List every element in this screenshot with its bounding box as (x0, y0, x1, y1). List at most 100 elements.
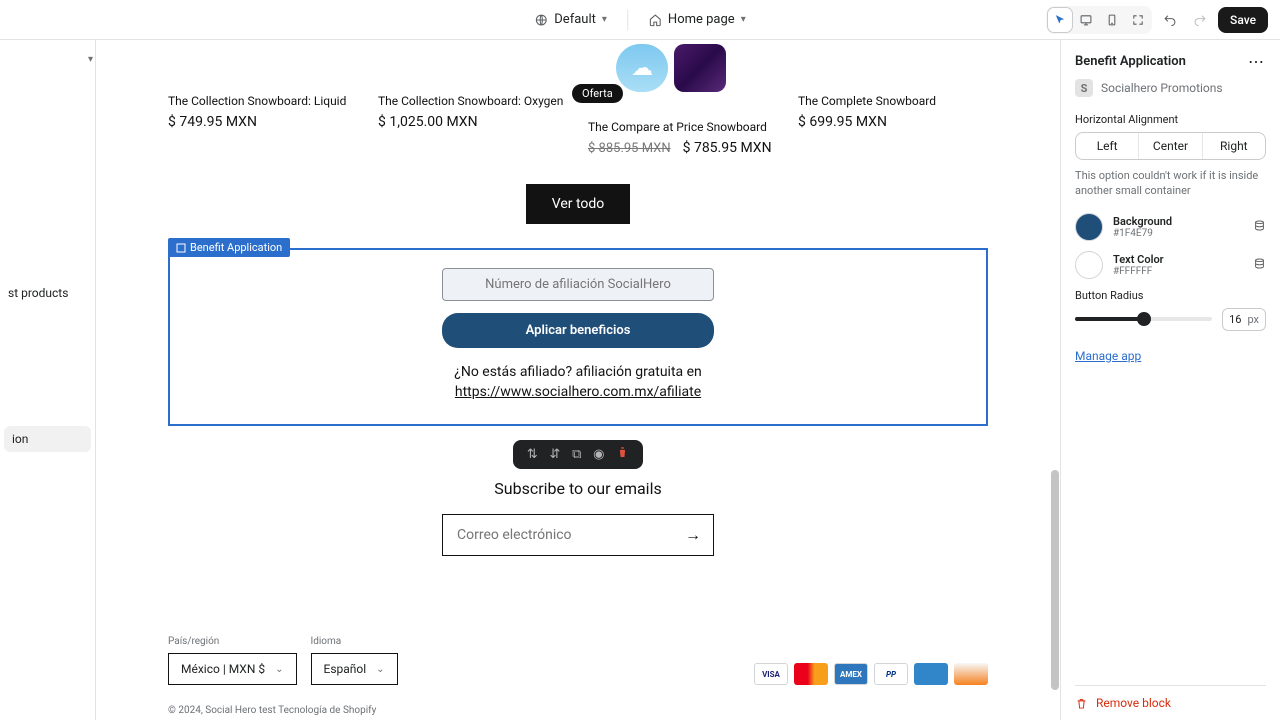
color-label: Text Color (1113, 253, 1164, 266)
hide-icon[interactable]: ◉ (593, 447, 604, 462)
view-all-button[interactable]: Ver todo (526, 184, 631, 224)
undo-button[interactable] (1158, 8, 1182, 32)
remove-block-button[interactable]: Remove block (1075, 685, 1266, 710)
tree-item-selected[interactable]: ion (4, 426, 91, 452)
manage-app-link[interactable]: Manage app (1075, 349, 1141, 363)
alignment-label: Horizontal Alignment (1075, 113, 1266, 126)
alignment-hint: This option couldn't work if it is insid… (1075, 168, 1266, 199)
block-toolbar: ⇅ ⇵ ⧉ ◉ (513, 440, 643, 469)
dynamic-source-icon[interactable] (1253, 257, 1266, 273)
copyright-text: © 2024, Social Hero test Tecnología de S… (168, 705, 988, 716)
newsletter-title: Subscribe to our emails (168, 479, 988, 498)
home-icon (648, 13, 662, 27)
desktop-button[interactable] (1074, 8, 1098, 32)
sale-badge: Oferta (572, 84, 623, 103)
align-center[interactable]: Center (1139, 133, 1202, 159)
color-label: Background (1113, 215, 1172, 228)
chevron-down-icon: ⌄ (275, 664, 283, 675)
mastercard-icon (794, 663, 828, 685)
paypal-icon: PP (874, 663, 908, 685)
page-label: Home page (668, 12, 735, 27)
panel-title: Benefit Application (1075, 54, 1186, 69)
affiliate-input[interactable] (442, 268, 714, 301)
product-card[interactable]: The Collection Snowboard: Liquid $ 749.9… (168, 44, 358, 156)
product-price: $ 699.95 MXN (798, 114, 988, 130)
email-input[interactable] (443, 515, 673, 555)
mobile-button[interactable] (1100, 8, 1124, 32)
compare-price: $ 885.95 MXN (588, 141, 671, 156)
cursor-icon (1053, 13, 1067, 27)
product-price: $ 1,025.00 MXN (378, 114, 568, 130)
color-swatch[interactable] (1075, 251, 1103, 279)
radius-slider[interactable] (1075, 317, 1212, 321)
product-card[interactable]: The Collection Snowboard: Oxygen $ 1,025… (378, 44, 568, 156)
save-button[interactable]: Save (1218, 7, 1268, 33)
device-switcher (1046, 6, 1152, 34)
chevron-down-icon: ▾ (602, 14, 607, 25)
country-label: País/región (168, 636, 297, 647)
affiliate-link[interactable]: https://www.socialhero.com.mx/afiliate (190, 384, 966, 400)
store-footer: País/región México | MXN $⌄ Idioma Españ… (168, 636, 988, 685)
product-thumb-icon: ☁ (616, 44, 668, 92)
product-title: The Collection Snowboard: Oxygen (378, 94, 568, 108)
inspector-button[interactable] (1048, 8, 1072, 32)
product-price: $ 885.95 MXN$ 785.95 MXN (588, 140, 778, 156)
mobile-icon (1105, 13, 1119, 27)
diners-icon (914, 663, 948, 685)
fullscreen-button[interactable] (1126, 8, 1150, 32)
email-signup: → (442, 514, 714, 556)
chevron-down-icon: ⌄ (376, 664, 384, 675)
benefit-application-block[interactable]: Aplicar beneficios ¿No estás afiliado? a… (168, 248, 988, 426)
product-grid: The Collection Snowboard: Liquid $ 749.9… (168, 40, 988, 156)
color-hex: #1F4E79 (1113, 228, 1172, 239)
product-card[interactable]: The Complete Snowboard $ 699.95 MXN (798, 44, 988, 156)
desktop-icon (1079, 13, 1093, 27)
delete-icon[interactable] (616, 446, 629, 463)
section-tree: ▾ st products ion (0, 40, 96, 720)
submit-arrow-icon[interactable]: → (673, 525, 713, 545)
visa-icon: VISA (754, 663, 788, 685)
top-bar: Default ▾ Home page ▾ (0, 0, 1280, 40)
section-tag[interactable]: Benefit Application (168, 238, 290, 257)
redo-icon (1193, 13, 1207, 27)
discover-icon (954, 663, 988, 685)
app-icon: S (1075, 79, 1093, 97)
color-hex: #FFFFFF (1113, 266, 1164, 277)
text-color-row[interactable]: Text Color #FFFFFF (1075, 251, 1266, 279)
payment-icons: VISA AMEX PP (754, 663, 988, 685)
collapse-icon[interactable]: ▾ (88, 54, 93, 65)
product-title: The Collection Snowboard: Liquid (168, 94, 358, 108)
expand-icon (1131, 13, 1145, 27)
move-up-icon[interactable]: ⇅ (527, 447, 538, 462)
tree-item[interactable]: st products (0, 280, 95, 306)
block-icon (176, 243, 186, 253)
radius-label: Button Radius (1075, 289, 1266, 302)
amex-icon: AMEX (834, 663, 868, 685)
radius-input[interactable]: 16px (1222, 308, 1266, 331)
background-color-row[interactable]: Background #1F4E79 (1075, 213, 1266, 241)
chevron-down-icon: ▾ (741, 14, 746, 25)
redo-button[interactable] (1188, 8, 1212, 32)
page-selector[interactable]: Home page ▾ (648, 12, 746, 27)
product-title: The Compare at Price Snowboard (588, 120, 778, 134)
language-selector[interactable]: Español⌄ (311, 653, 398, 685)
alignment-segmented: Left Center Right (1075, 132, 1266, 160)
duplicate-icon[interactable]: ⧉ (572, 447, 581, 462)
product-card[interactable]: ☁ Oferta The Compare at Price Snowboard … (588, 44, 778, 156)
theme-selector[interactable]: Default ▾ (534, 12, 607, 27)
align-left[interactable]: Left (1076, 133, 1139, 159)
product-title: The Complete Snowboard (798, 94, 988, 108)
scrollbar[interactable] (1050, 40, 1060, 720)
country-selector[interactable]: México | MXN $⌄ (168, 653, 297, 685)
trash-icon (1075, 697, 1088, 710)
color-swatch[interactable] (1075, 213, 1103, 241)
app-badge: S Socialhero Promotions (1075, 79, 1266, 97)
preview-canvas: The Collection Snowboard: Liquid $ 749.9… (96, 40, 1060, 720)
more-menu-icon[interactable]: ⋯ (1248, 52, 1266, 71)
product-thumb-icon (674, 44, 726, 92)
dynamic-source-icon[interactable] (1253, 219, 1266, 235)
move-down-icon[interactable]: ⇵ (549, 447, 560, 462)
align-right[interactable]: Right (1203, 133, 1265, 159)
undo-icon (1163, 13, 1177, 27)
apply-benefits-button[interactable]: Aplicar beneficios (442, 313, 714, 348)
